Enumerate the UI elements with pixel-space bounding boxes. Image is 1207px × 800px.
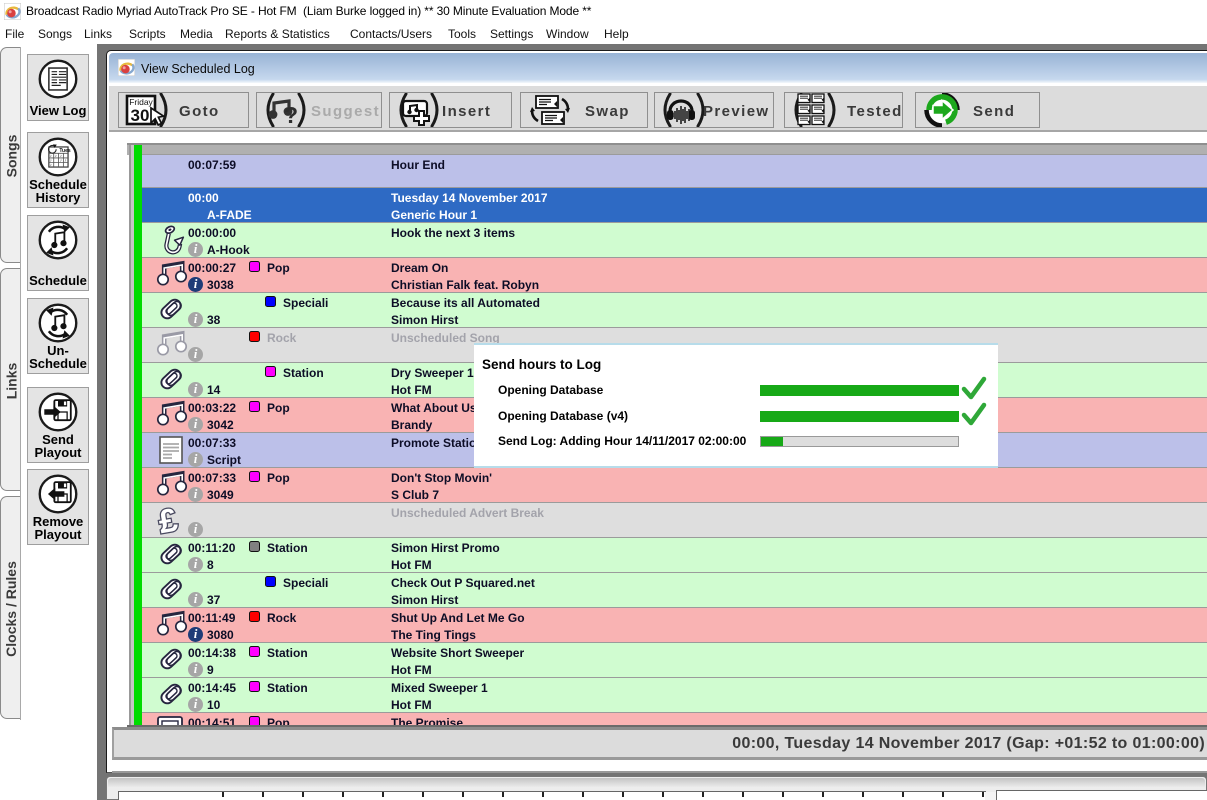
svg-text:?: ? [284,102,298,127]
svg-text:♪: ♪ [50,162,52,167]
svg-text:♪: ♪ [60,158,62,163]
svg-text:£: £ [156,503,181,539]
svg-text:♪: ♪ [64,158,66,163]
svg-text:♪: ♪ [55,153,57,158]
svg-text:30: 30 [131,106,150,125]
